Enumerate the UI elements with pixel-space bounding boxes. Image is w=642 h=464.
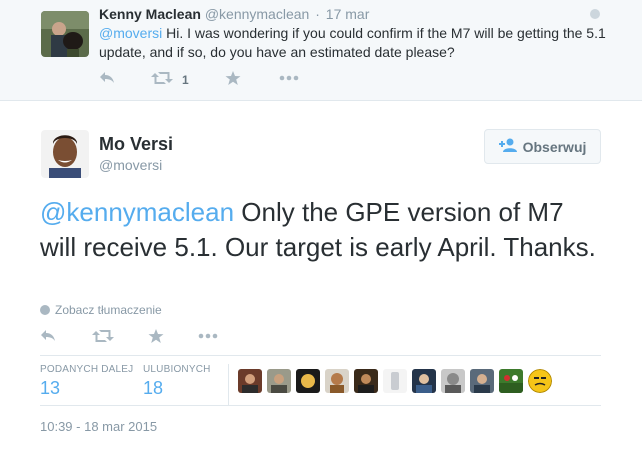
stats-divider-bottom — [40, 405, 601, 406]
retweet-count: 1 — [182, 73, 189, 87]
favoriter-avatar[interactable] — [383, 369, 407, 393]
more-dots-icon[interactable] — [198, 328, 218, 345]
translate-link[interactable]: Zobacz tłumaczenie — [40, 303, 162, 317]
favoriter-avatar[interactable] — [412, 369, 436, 393]
author-handle[interactable]: @moversi — [99, 157, 162, 173]
reply-author-name[interactable]: Kenny Maclean — [99, 6, 201, 22]
favoriter-avatar[interactable] — [296, 369, 320, 393]
tweet-timestamp[interactable]: 10:39 - 18 mar 2015 — [40, 419, 157, 434]
retweet-icon[interactable] — [92, 328, 114, 347]
retweet-icon[interactable] — [151, 70, 173, 89]
author-name[interactable]: Mo Versi — [99, 134, 173, 155]
follow-button[interactable]: Obserwuj — [484, 129, 601, 164]
stats-separator — [228, 364, 229, 406]
more-options-icon[interactable] — [590, 9, 600, 19]
favoriter-avatar[interactable] — [238, 369, 262, 393]
reply-text: @moversi Hi. I was wondering if you coul… — [99, 24, 619, 62]
retweets-stat[interactable]: PODANYCH DALEJ 13 — [40, 364, 133, 399]
stats-divider-top — [40, 355, 601, 356]
favoriter-avatar[interactable] — [470, 369, 494, 393]
retweets-label: PODANYCH DALEJ — [40, 364, 134, 375]
reply-header: Kenny Maclean @kennymaclean · 17 mar — [99, 6, 369, 22]
favoriter-avatar[interactable] — [441, 369, 465, 393]
favoriter-avatar[interactable] — [499, 369, 523, 393]
reply-icon[interactable] — [99, 70, 115, 87]
tweet-mention-link[interactable]: @kennymaclean — [40, 197, 234, 227]
reply-avatar[interactable] — [41, 11, 89, 57]
follow-button-label: Obserwuj — [522, 138, 587, 155]
favoriter-avatar[interactable] — [528, 369, 552, 393]
globe-icon — [40, 305, 50, 315]
favoriter-avatar[interactable] — [354, 369, 378, 393]
reply-tweet: Kenny Maclean @kennymaclean · 17 mar @mo… — [0, 0, 642, 101]
reply-date[interactable]: 17 mar — [326, 6, 370, 22]
favorites-stat[interactable]: ULUBIONYCH 18 — [143, 364, 211, 399]
favorite-star-icon[interactable] — [148, 328, 164, 347]
reply-body: Hi. I was wondering if you could confirm… — [99, 25, 606, 60]
reply-mention-link[interactable]: @moversi — [99, 25, 162, 41]
favorite-star-icon[interactable] — [225, 70, 241, 89]
favoriter-avatar[interactable] — [325, 369, 349, 393]
tweet-text: @kennymaclean Only the GPE version of M7… — [40, 195, 605, 265]
reply-icon[interactable] — [40, 328, 56, 345]
follow-user-icon — [498, 138, 517, 155]
translate-label: Zobacz tłumaczenie — [55, 303, 162, 317]
favoriter-avatar[interactable] — [267, 369, 291, 393]
favorites-count: 18 — [143, 378, 164, 398]
favorites-label: ULUBIONYCH — [143, 364, 211, 375]
author-avatar[interactable] — [41, 130, 89, 178]
retweets-count: 13 — [40, 378, 61, 398]
more-dots-icon[interactable] — [279, 70, 299, 87]
reply-separator: · — [315, 6, 320, 22]
reply-author-handle[interactable]: @kennymaclean — [205, 6, 310, 22]
